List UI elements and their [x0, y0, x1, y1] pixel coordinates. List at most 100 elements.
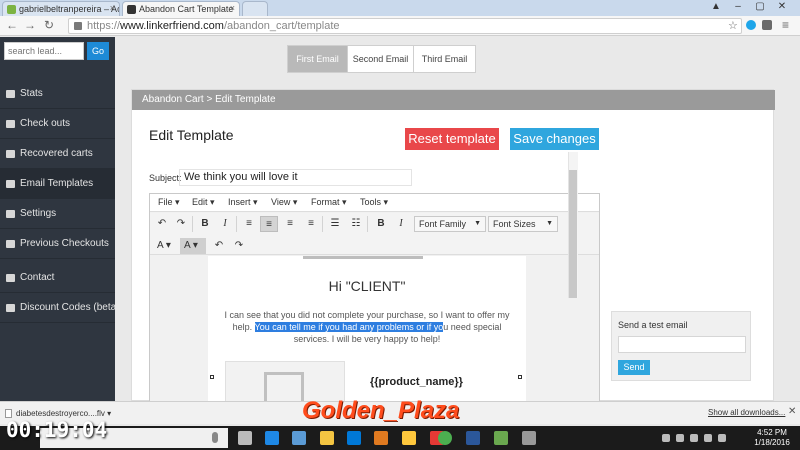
- menu-file[interactable]: File ▾: [158, 197, 180, 208]
- go-button[interactable]: Go: [87, 42, 109, 60]
- selected-text: You can tell me if you had any problems …: [254, 322, 444, 332]
- battery-icon[interactable]: [704, 434, 712, 442]
- resize-handle[interactable]: [210, 375, 214, 379]
- close-tab-icon[interactable]: ×: [110, 3, 115, 13]
- font-family-dropdown[interactable]: Font Family ▼: [414, 216, 486, 232]
- network-icon[interactable]: [676, 434, 684, 442]
- close-icon[interactable]: ✕: [788, 406, 796, 417]
- user-icon[interactable]: ▲: [706, 1, 726, 12]
- background-color-icon[interactable]: A ▾: [180, 238, 206, 254]
- edge-icon[interactable]: [265, 431, 279, 445]
- sidebar-item-recovered-carts[interactable]: Recovered carts: [0, 139, 115, 169]
- maximize-icon[interactable]: ▢: [750, 1, 770, 12]
- file-explorer-icon[interactable]: [292, 431, 306, 445]
- menu-view[interactable]: View ▾: [271, 197, 297, 208]
- folder-icon[interactable]: [402, 431, 416, 445]
- task-view-icon[interactable]: [238, 431, 252, 445]
- menu-format[interactable]: Format ▾: [311, 197, 347, 208]
- resize-handle[interactable]: [518, 375, 522, 379]
- favicon-icon: [7, 5, 16, 14]
- save-changes-button[interactable]: Save changes: [510, 128, 599, 150]
- sidebar-item-stats[interactable]: Stats: [0, 79, 115, 109]
- comment-icon: [6, 304, 15, 312]
- align-center-icon[interactable]: ≡: [260, 216, 278, 232]
- email-body[interactable]: Hi "CLIENT" I can see that you did not c…: [208, 256, 526, 402]
- test-email-input[interactable]: [618, 336, 746, 353]
- align-justify-icon[interactable]: ≡: [302, 216, 320, 232]
- app-icon[interactable]: [494, 431, 508, 445]
- tab-first-email[interactable]: First Email: [288, 46, 348, 72]
- back-icon[interactable]: ←: [6, 18, 18, 32]
- email-body-text[interactable]: I can see that you did not complete your…: [218, 309, 516, 345]
- align-left-icon[interactable]: ≡: [240, 216, 258, 232]
- redo-icon[interactable]: ↷: [172, 216, 190, 232]
- undo-icon[interactable]: ↶: [153, 216, 171, 232]
- sidebar-item-previous-checkouts[interactable]: Previous Checkouts: [0, 229, 115, 259]
- editor-scrollbar-thumb[interactable]: [569, 170, 577, 298]
- app-icon[interactable]: [374, 431, 388, 445]
- italic-icon[interactable]: I: [392, 216, 410, 232]
- toolbar-divider: [322, 216, 323, 232]
- microphone-icon[interactable]: [212, 432, 218, 443]
- browser-tab-active[interactable]: Abandon Cart Template ×: [122, 1, 240, 16]
- send-button[interactable]: Send: [618, 360, 650, 375]
- menu-edit[interactable]: Edit ▾: [192, 197, 215, 208]
- sidebar-item-contact[interactable]: Contact: [0, 263, 115, 293]
- numbered-list-icon[interactable]: ☷: [347, 216, 365, 232]
- subject-input[interactable]: We think you will love it: [179, 169, 412, 186]
- undo-icon[interactable]: ↶: [210, 238, 228, 254]
- editor-toolbar-2: A ▾ A ▾ ↶ ↷: [150, 235, 599, 255]
- file-icon: [5, 409, 12, 418]
- browser-tab-inactive[interactable]: gabrielbeltranpereira – Ac ×: [2, 1, 120, 16]
- page-title: Edit Template: [149, 127, 234, 143]
- product-name-placeholder[interactable]: {{product_name}}: [370, 376, 463, 388]
- bold-icon[interactable]: B: [196, 216, 214, 232]
- address-bar[interactable]: https://www.linkerfriend.com/abandon_car…: [68, 18, 742, 34]
- redo-icon[interactable]: ↷: [230, 238, 248, 254]
- sidebar-item-discount-codes[interactable]: Discount Codes (beta): [0, 293, 120, 323]
- menu-icon[interactable]: ≡: [782, 18, 789, 32]
- minimize-icon[interactable]: –: [728, 1, 748, 12]
- tab-second-email[interactable]: Second Email: [348, 46, 414, 72]
- text-color-icon[interactable]: A ▾: [153, 238, 179, 254]
- email-greeting[interactable]: Hi "CLIENT": [208, 278, 526, 294]
- bold-icon[interactable]: B: [372, 216, 390, 232]
- send-test-email-box: Send a test email Send: [611, 311, 751, 381]
- taskbar-clock[interactable]: 4:52 PM 1/18/2016: [748, 428, 796, 448]
- toolbar-divider: [192, 216, 193, 232]
- reset-template-button[interactable]: Reset template: [405, 128, 499, 150]
- menu-tools[interactable]: Tools ▾: [360, 197, 388, 208]
- sidebar-item-settings[interactable]: Settings: [0, 199, 115, 229]
- close-tab-icon[interactable]: ×: [230, 3, 235, 13]
- word-icon[interactable]: [466, 431, 480, 445]
- italic-icon[interactable]: I: [216, 216, 234, 232]
- new-tab-button[interactable]: [242, 1, 268, 16]
- app-icon[interactable]: [522, 431, 536, 445]
- lock-icon: [74, 22, 82, 30]
- skype-icon[interactable]: [746, 20, 756, 30]
- sidebar-item-check-outs[interactable]: Check outs: [0, 109, 115, 139]
- font-sizes-dropdown[interactable]: Font Sizes ▼: [488, 216, 558, 232]
- star-icon[interactable]: ☆: [728, 19, 738, 32]
- store-icon[interactable]: [347, 431, 361, 445]
- tab-third-email[interactable]: Third Email: [414, 46, 475, 72]
- show-all-downloads-link[interactable]: Show all downloads...: [708, 408, 785, 417]
- tray-arrow-icon[interactable]: [662, 434, 670, 442]
- align-right-icon[interactable]: ≡: [281, 216, 299, 232]
- search-lead-input[interactable]: [4, 42, 84, 60]
- folder-icon[interactable]: [320, 431, 334, 445]
- bar-chart-icon: [6, 90, 15, 98]
- language-icon[interactable]: [718, 434, 726, 442]
- reload-icon[interactable]: ↻: [44, 18, 54, 32]
- forward-icon[interactable]: →: [24, 18, 36, 32]
- menu-insert[interactable]: Insert ▾: [228, 197, 258, 208]
- sidebar-item-email-templates[interactable]: Email Templates: [0, 169, 115, 199]
- chrome-icon[interactable]: [438, 431, 452, 445]
- bullet-list-icon[interactable]: ☰: [326, 216, 344, 232]
- extension-icon[interactable]: [762, 20, 772, 30]
- volume-icon[interactable]: [690, 434, 698, 442]
- watermark: Golden_Plaza: [302, 397, 460, 424]
- editor-canvas[interactable]: Hi "CLIENT" I can see that you did not c…: [150, 256, 599, 402]
- chat-icon: [6, 274, 15, 282]
- close-window-icon[interactable]: ✕: [772, 1, 792, 12]
